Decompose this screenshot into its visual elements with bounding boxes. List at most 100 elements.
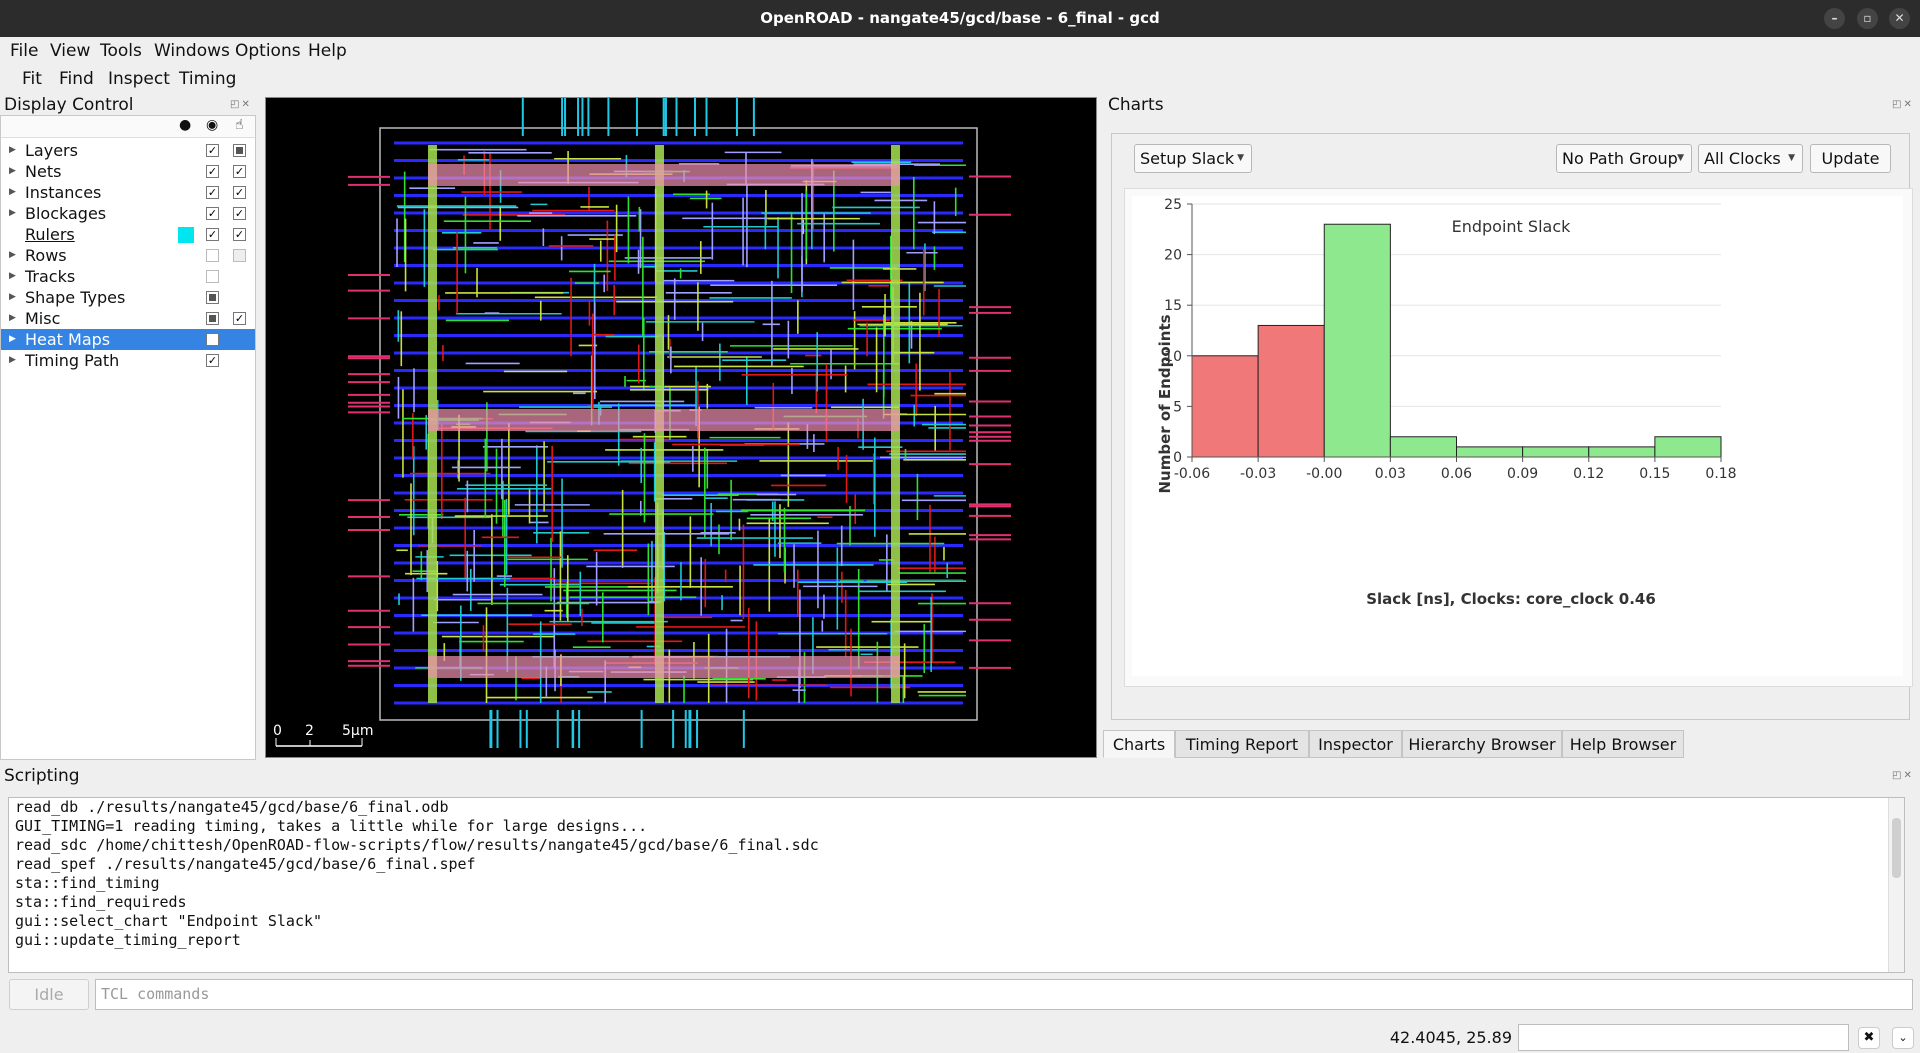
power-stripes: [428, 145, 900, 703]
clear-icon[interactable]: ✖: [1858, 1027, 1880, 1049]
selectable-checkbox[interactable]: ✓: [233, 207, 246, 220]
dc-item-rulers[interactable]: Rulers ✓ ✓: [1, 224, 255, 245]
selectable-checkbox[interactable]: ✓: [233, 312, 246, 325]
histogram-bar: [1323, 223, 1391, 458]
visible-checkbox[interactable]: ✓: [206, 186, 219, 199]
inspect-button[interactable]: Inspect: [108, 65, 170, 93]
visible-checkbox[interactable]: ✓: [206, 144, 219, 157]
dc-item-blockages[interactable]: ▶ Blockages ✓ ✓: [1, 203, 255, 224]
tab-timing-report[interactable]: Timing Report: [1175, 730, 1309, 758]
dc-item-heat-maps[interactable]: ▶ Heat Maps: [1, 329, 255, 350]
x-tick-label: -0.06: [1174, 466, 1210, 482]
clocks-select[interactable]: All Clocks ▼: [1698, 144, 1803, 173]
expand-arrow-icon[interactable]: ▶: [9, 140, 16, 161]
dc-item-instances[interactable]: ▶ Instances ✓ ✓: [1, 182, 255, 203]
dc-item-rows[interactable]: ▶ Rows: [1, 245, 255, 266]
dc-item-nets[interactable]: ▶ Nets ✓ ✓: [1, 161, 255, 182]
scale-label-2: 2: [305, 723, 314, 739]
path-group-select[interactable]: No Path Group ▼: [1556, 144, 1692, 173]
tab-charts[interactable]: Charts: [1103, 730, 1175, 758]
expand-arrow-icon[interactable]: ▶: [9, 245, 16, 266]
expand-arrow-icon[interactable]: ▶: [9, 308, 16, 329]
dock-float-close-icon[interactable]: ◰✕: [1892, 99, 1914, 110]
expand-arrow-icon[interactable]: ▶: [9, 203, 16, 224]
find-button[interactable]: Find: [59, 65, 94, 93]
x-tick-label: 0.06: [1441, 466, 1472, 482]
menu-bar: File View Tools Windows Options Help: [0, 37, 1920, 65]
chart-title: Endpoint Slack: [1452, 217, 1572, 236]
menu-view[interactable]: View: [50, 37, 90, 65]
expand-arrow-icon[interactable]: ▶: [9, 161, 16, 182]
menu-windows[interactable]: Windows: [154, 37, 230, 65]
tab-inspector[interactable]: Inspector: [1309, 730, 1402, 758]
layout-canvas[interactable]: 0 2 5μm: [265, 97, 1097, 758]
maximize-icon[interactable]: ▫: [1857, 8, 1878, 29]
dock-float-close-icon[interactable]: ◰✕: [230, 99, 252, 110]
eye-icon: ◉: [206, 117, 219, 133]
expand-arrow-icon[interactable]: ▶: [9, 350, 16, 371]
status-bar: 42.4045, 25.89 ✖ ⌄: [0, 1022, 1920, 1053]
menu-help[interactable]: Help: [308, 37, 347, 65]
fit-button[interactable]: Fit: [22, 65, 42, 93]
menu-tools[interactable]: Tools: [100, 37, 142, 65]
scripting-title: Scripting: [4, 766, 80, 786]
histogram-bar: [1389, 436, 1457, 458]
selectable-checkbox[interactable]: ✓: [233, 165, 246, 178]
x-tick-label: 0.03: [1375, 466, 1406, 482]
expand-arrow-icon[interactable]: ▶: [9, 266, 16, 287]
status-search-input[interactable]: [1518, 1024, 1849, 1051]
y-tick-label: 5: [1173, 399, 1182, 415]
chevron-down-icon: ▼: [1237, 153, 1244, 163]
visible-checkbox[interactable]: ✓: [206, 228, 219, 241]
scale-label-5um: 5μm: [342, 723, 373, 739]
visible-checkbox[interactable]: ✓: [206, 165, 219, 178]
tcl-command-input[interactable]: TCL commands: [95, 979, 1913, 1010]
selectable-checkbox[interactable]: ✓: [233, 228, 246, 241]
idle-status-button: Idle: [9, 979, 89, 1010]
visible-checkbox[interactable]: [206, 333, 219, 346]
log-line: read_db ./results/nangate45/gcd/base/6_f…: [15, 798, 449, 816]
dc-item-layers[interactable]: ▶ Layers ✓: [1, 140, 255, 161]
visible-checkbox[interactable]: [206, 312, 219, 325]
log-line: read_spef ./results/nangate45/gcd/base/6…: [15, 855, 476, 873]
tab-hierarchy-browser[interactable]: Hierarchy Browser: [1402, 730, 1562, 758]
log-scrollbar[interactable]: [1888, 798, 1904, 972]
visible-checkbox[interactable]: [206, 249, 219, 262]
log-line: sta::find_requireds: [15, 893, 187, 911]
dc-item-tracks[interactable]: ▶ Tracks: [1, 266, 255, 287]
dc-item-timing-path[interactable]: ▶ Timing Path ✓: [1, 350, 255, 371]
chevron-down-icon: ▼: [1677, 153, 1684, 163]
y-tick-label: 0: [1173, 450, 1182, 466]
layout-drawing[interactable]: 0 2 5μm: [266, 98, 1097, 758]
histogram-bar: [1257, 324, 1325, 458]
script-output[interactable]: read_db ./results/nangate45/gcd/base/6_f…: [8, 797, 1905, 973]
dock-float-close-icon[interactable]: ◰✕: [1892, 770, 1914, 781]
visible-checkbox[interactable]: ✓: [206, 207, 219, 220]
ruler-color-swatch[interactable]: [178, 227, 194, 243]
selectable-checkbox[interactable]: [233, 249, 246, 262]
pointer-icon: ☝: [235, 117, 244, 133]
visible-checkbox[interactable]: [206, 291, 219, 304]
tab-help-browser[interactable]: Help Browser: [1562, 730, 1684, 758]
dc-item-shape-types[interactable]: ▶ Shape Types: [1, 287, 255, 308]
chart-type-select[interactable]: Setup Slack ▼: [1134, 144, 1252, 173]
close-icon[interactable]: ✕: [1889, 8, 1910, 29]
scroll-thumb[interactable]: [1892, 818, 1901, 878]
dc-item-misc[interactable]: ▶ Misc ✓: [1, 308, 255, 329]
menu-options[interactable]: Options: [235, 37, 301, 65]
visible-checkbox[interactable]: [206, 270, 219, 283]
menu-file[interactable]: File: [10, 37, 38, 65]
update-button[interactable]: Update: [1810, 144, 1891, 173]
expand-arrow-icon[interactable]: ▶: [9, 287, 16, 308]
timing-button[interactable]: Timing: [179, 65, 236, 93]
expand-icon[interactable]: ⌄: [1892, 1027, 1914, 1049]
log-line: gui::update_timing_report: [15, 931, 241, 949]
selectable-checkbox[interactable]: ✓: [233, 186, 246, 199]
endpoint-slack-chart: Endpoint Slack 0510152025-0.06 -0.03 -0.00…: [1132, 196, 1903, 676]
visible-checkbox[interactable]: ✓: [206, 354, 219, 367]
selectable-checkbox[interactable]: [233, 144, 246, 157]
y-tick-label: 25: [1164, 197, 1182, 213]
minimize-icon[interactable]: –: [1824, 8, 1845, 29]
expand-arrow-icon[interactable]: ▶: [9, 329, 16, 350]
expand-arrow-icon[interactable]: ▶: [9, 182, 16, 203]
